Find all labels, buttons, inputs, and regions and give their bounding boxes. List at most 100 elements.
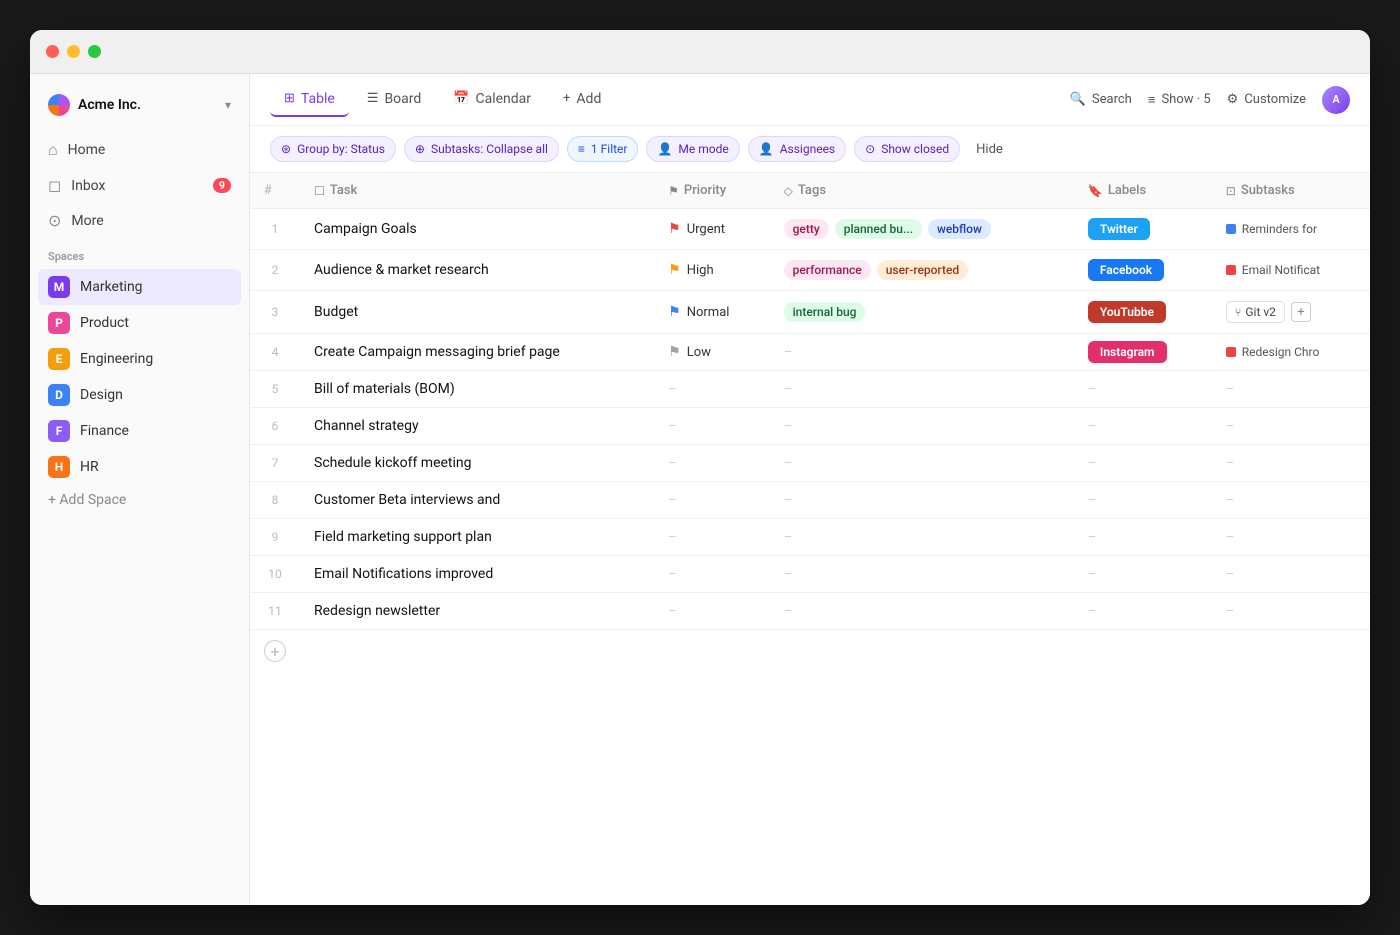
row-task[interactable]: Email Notifications improved xyxy=(300,556,654,593)
row-subtasks: Redesign Chro xyxy=(1212,334,1370,371)
minimize-button[interactable] xyxy=(67,45,80,58)
sidebar-item-more[interactable]: ⊙ More xyxy=(38,203,241,238)
table-row[interactable]: 11Redesign newsletter–––– xyxy=(250,593,1370,630)
space-dot-finance: F xyxy=(48,420,70,442)
label-badge[interactable]: Twitter xyxy=(1088,218,1150,240)
close-button[interactable] xyxy=(46,45,59,58)
maximize-button[interactable] xyxy=(88,45,101,58)
row-subtasks: – xyxy=(1212,371,1370,408)
table-row[interactable]: 10Email Notifications improved–––– xyxy=(250,556,1370,593)
me-mode-chip[interactable]: 👤 Me mode xyxy=(646,136,739,162)
sidebar-item-finance[interactable]: F Finance xyxy=(38,413,241,449)
row-task[interactable]: Audience & market research xyxy=(300,250,654,291)
row-priority: – xyxy=(654,408,769,445)
label-badge[interactable]: YouTubbe xyxy=(1088,301,1166,323)
sidebar-item-product[interactable]: P Product xyxy=(38,305,241,341)
tag[interactable]: user-reported xyxy=(877,260,968,280)
table-row[interactable]: 2Audience & market research⚑Highperforma… xyxy=(250,250,1370,291)
search-label: Search xyxy=(1092,92,1132,107)
row-task[interactable]: Campaign Goals xyxy=(300,209,654,250)
tag[interactable]: performance xyxy=(784,260,871,280)
col-tags-label: Tags xyxy=(798,183,826,198)
hide-button[interactable]: Hide xyxy=(968,137,1011,162)
row-priority: ⚑Low xyxy=(654,334,769,371)
priority-label: Normal xyxy=(687,305,730,320)
titlebar xyxy=(30,30,1370,74)
avatar[interactable]: A xyxy=(1322,86,1350,114)
sidebar-item-hr[interactable]: H HR xyxy=(38,449,241,485)
tab-label: Board xyxy=(384,91,421,107)
sidebar-item-engineering[interactable]: E Engineering xyxy=(38,341,241,377)
tab-board[interactable]: ☰ Board xyxy=(353,83,436,117)
row-label: – xyxy=(1074,593,1212,630)
tab-calendar[interactable]: 📅 Calendar xyxy=(439,83,545,117)
table-row[interactable]: 6Channel strategy–––– xyxy=(250,408,1370,445)
show-closed-chip[interactable]: ⊙ Show closed xyxy=(854,136,960,162)
topbar-tabs: ⊞ Table ☰ Board 📅 Calendar + Add xyxy=(270,83,615,117)
row-task[interactable]: Customer Beta interviews and xyxy=(300,482,654,519)
git-chip[interactable]: ⑂Git v2 xyxy=(1226,301,1285,323)
workspace-header[interactable]: Acme Inc. ▾ xyxy=(38,86,241,124)
tab-table[interactable]: ⊞ Table xyxy=(270,83,349,117)
table-container: # ☐ Task ⚑ Priori xyxy=(250,173,1370,905)
task-col-icon: ☐ xyxy=(314,184,325,198)
col-task-label: Task xyxy=(330,183,358,198)
row-task[interactable]: Channel strategy xyxy=(300,408,654,445)
tag[interactable]: internal bug xyxy=(784,302,866,322)
subtasks-col-icon: ⊡ xyxy=(1226,184,1236,198)
priority-dash: – xyxy=(668,382,677,397)
show-action[interactable]: ≡ Show · 5 xyxy=(1148,92,1211,108)
table-row[interactable]: 9Field marketing support plan–––– xyxy=(250,519,1370,556)
group-by-status-chip[interactable]: ⊛ Group by: Status xyxy=(270,136,396,162)
row-tags: – xyxy=(770,519,1074,556)
assignees-chip[interactable]: 👤 Assignees xyxy=(748,136,846,162)
row-task[interactable]: Budget xyxy=(300,291,654,334)
table-row[interactable]: 1Campaign Goals⚑Urgentgettyplanned bu...… xyxy=(250,209,1370,250)
priority-dash: – xyxy=(668,530,677,545)
table-row[interactable]: 5Bill of materials (BOM)–––– xyxy=(250,371,1370,408)
table-row[interactable]: 7Schedule kickoff meeting–––– xyxy=(250,445,1370,482)
customize-action[interactable]: ⚙ Customize xyxy=(1227,92,1306,107)
hash-icon: # xyxy=(264,183,272,198)
subtasks-collapse-chip[interactable]: ⊕ Subtasks: Collapse all xyxy=(404,136,559,162)
space-label: Finance xyxy=(80,423,129,439)
tags-dash: – xyxy=(784,382,793,397)
row-task[interactable]: Create Campaign messaging brief page xyxy=(300,334,654,371)
subtask-add-button[interactable]: + xyxy=(1291,302,1311,322)
sidebar-item-label: More xyxy=(71,213,103,229)
tag[interactable]: planned bu... xyxy=(835,219,922,239)
subtask-dash: – xyxy=(1226,382,1235,397)
row-num: 3 xyxy=(250,291,300,334)
filter-chip[interactable]: ≡ 1 Filter xyxy=(567,136,639,162)
sidebar-item-home[interactable]: ⌂ Home xyxy=(38,132,241,168)
tab-add[interactable]: + Add xyxy=(549,83,615,117)
col-labels: 🔖 Labels xyxy=(1074,173,1212,209)
row-tags: – xyxy=(770,593,1074,630)
table-row[interactable]: 3Budget ⚑Normal internal bug YouTubbe ⑂Git v… xyxy=(250,291,1370,334)
sidebar-item-design[interactable]: D Design xyxy=(38,377,241,413)
label-badge[interactable]: Facebook xyxy=(1088,259,1164,281)
sidebar-item-label: Home xyxy=(68,142,106,158)
tag[interactable]: webflow xyxy=(928,219,991,239)
filterbar: ⊛ Group by: Status ⊕ Subtasks: Collapse … xyxy=(250,126,1370,173)
priority-dash: – xyxy=(668,419,677,434)
table-row[interactable]: 8Customer Beta interviews and–––– xyxy=(250,482,1370,519)
subtask-text: Redesign Chro xyxy=(1242,345,1320,359)
sidebar-item-marketing[interactable]: M Marketing xyxy=(38,269,241,305)
add-row-circle-icon: + xyxy=(264,640,286,662)
label-badge[interactable]: Instagram xyxy=(1088,341,1167,363)
search-action[interactable]: 🔍 Search xyxy=(1070,92,1132,107)
space-dot-engineering: E xyxy=(48,348,70,370)
row-task[interactable]: Redesign newsletter xyxy=(300,593,654,630)
row-task[interactable]: Field marketing support plan xyxy=(300,519,654,556)
add-row-button[interactable]: + xyxy=(250,630,1370,672)
space-label: Product xyxy=(80,315,129,331)
tag[interactable]: getty xyxy=(784,219,829,239)
table-row[interactable]: 4Create Campaign messaging brief page⚑Lo… xyxy=(250,334,1370,371)
row-task[interactable]: Schedule kickoff meeting xyxy=(300,445,654,482)
add-space-button[interactable]: + Add Space xyxy=(38,485,241,515)
priority-cell: ⚑Normal xyxy=(668,304,755,320)
subtask-color-dot xyxy=(1226,224,1236,234)
row-task[interactable]: Bill of materials (BOM) xyxy=(300,371,654,408)
sidebar-item-inbox[interactable]: ◻ Inbox 9 xyxy=(38,168,241,203)
